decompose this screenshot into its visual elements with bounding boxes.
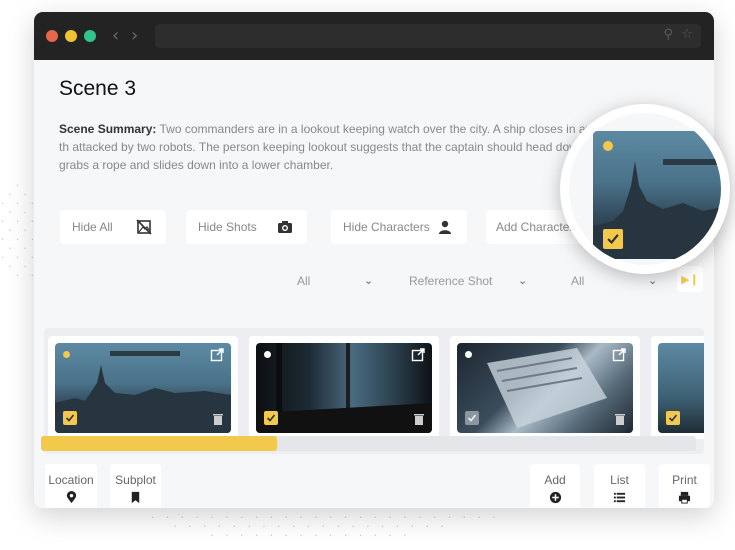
city-skyline-image [55, 351, 231, 433]
chevron-down-icon[interactable]: ⌄ [648, 274, 657, 287]
checkbox-icon[interactable] [603, 229, 623, 249]
progress-bar[interactable] [41, 436, 696, 451]
hide-characters-label: Hide Characters [343, 220, 430, 234]
shot-card[interactable] [450, 336, 640, 439]
search-icon[interactable]: ⚲ [663, 27, 673, 42]
checkbox-icon[interactable] [264, 411, 278, 425]
person-icon [439, 220, 451, 234]
browser-titlebar: ‹ › ⚲ ☆ [34, 12, 714, 60]
hide-characters-button[interactable]: Hide Characters [331, 210, 467, 244]
status-dot [603, 141, 613, 151]
add-circle-icon [549, 491, 561, 504]
list-label: List [610, 473, 629, 487]
status-dot [465, 351, 472, 358]
ship-deck-image [256, 343, 432, 433]
checkbox-icon[interactable] [63, 411, 77, 425]
filter-all-2[interactable]: All [571, 274, 584, 288]
forward-arrow-icon[interactable]: › [131, 25, 138, 46]
filter-all-1[interactable]: All [297, 274, 310, 288]
shot-card[interactable] [651, 336, 704, 439]
trash-icon[interactable] [414, 413, 424, 425]
progress-fill [41, 436, 277, 451]
list-button[interactable]: List [594, 464, 645, 508]
print-button[interactable]: Print [659, 464, 710, 508]
bookmark-icon [131, 491, 140, 504]
print-label: Print [672, 473, 697, 487]
newspaper-image [487, 348, 607, 428]
shot-thumbnail[interactable] [55, 343, 231, 433]
external-link-icon[interactable] [411, 348, 425, 362]
maximize-window-button[interactable] [84, 30, 96, 42]
scene-summary: Scene Summary: Two commanders are in a l… [59, 120, 619, 174]
trash-icon[interactable] [615, 413, 625, 425]
list-icon [613, 492, 626, 503]
shot-thumbnail[interactable] [457, 343, 633, 433]
minimize-window-button[interactable] [65, 30, 77, 42]
summary-label: Scene Summary: [59, 122, 157, 136]
skip-forward-button[interactable]: ▶❙ [677, 266, 703, 292]
shot-thumbnail[interactable] [658, 343, 704, 433]
camera-icon [278, 221, 292, 233]
chevron-down-icon[interactable]: ⌄ [364, 274, 373, 287]
decorative-dots-bottom: . . . . . . . . . . . . . . . . . . . . … [150, 511, 499, 539]
back-arrow-icon[interactable]: ‹ [112, 25, 119, 46]
close-window-button[interactable] [46, 30, 58, 42]
hide-all-label: Hide All [72, 220, 113, 234]
shot-thumbnail[interactable] [256, 343, 432, 433]
hide-shots-label: Hide Shots [198, 220, 257, 234]
star-icon[interactable]: ☆ [681, 27, 693, 42]
magnifier-inner [569, 113, 721, 265]
subplot-button[interactable]: Subplot [110, 464, 161, 508]
hide-shots-button[interactable]: Hide Shots [186, 210, 307, 244]
add-label: Add [544, 473, 566, 487]
magnified-shot-thumbnail[interactable] [593, 131, 721, 259]
printer-icon [678, 491, 691, 504]
add-button[interactable]: Add [530, 464, 580, 508]
shot-card[interactable] [249, 336, 439, 439]
subplot-label: Subplot [115, 473, 156, 487]
filter-reference-shot[interactable]: Reference Shot [409, 274, 492, 288]
trash-icon[interactable] [213, 413, 223, 425]
shot-card[interactable] [48, 336, 238, 439]
magnifier-lens [560, 104, 730, 274]
status-dot [264, 351, 271, 358]
checkbox-icon[interactable] [666, 411, 680, 425]
external-link-icon[interactable] [612, 348, 626, 362]
location-pin-icon [66, 491, 76, 504]
address-bar[interactable]: ⚲ ☆ [155, 24, 701, 48]
skip-forward-icon: ▶❙ [681, 272, 699, 286]
checkbox-icon[interactable] [465, 411, 479, 425]
page-title: Scene 3 [59, 77, 137, 100]
status-dot [63, 351, 70, 358]
external-link-icon[interactable] [210, 348, 224, 362]
location-label: Location [48, 473, 94, 487]
location-button[interactable]: Location [45, 464, 97, 508]
image-off-icon [136, 219, 152, 235]
hide-all-button[interactable]: Hide All [60, 210, 166, 244]
chevron-down-icon[interactable]: ⌄ [518, 274, 527, 287]
